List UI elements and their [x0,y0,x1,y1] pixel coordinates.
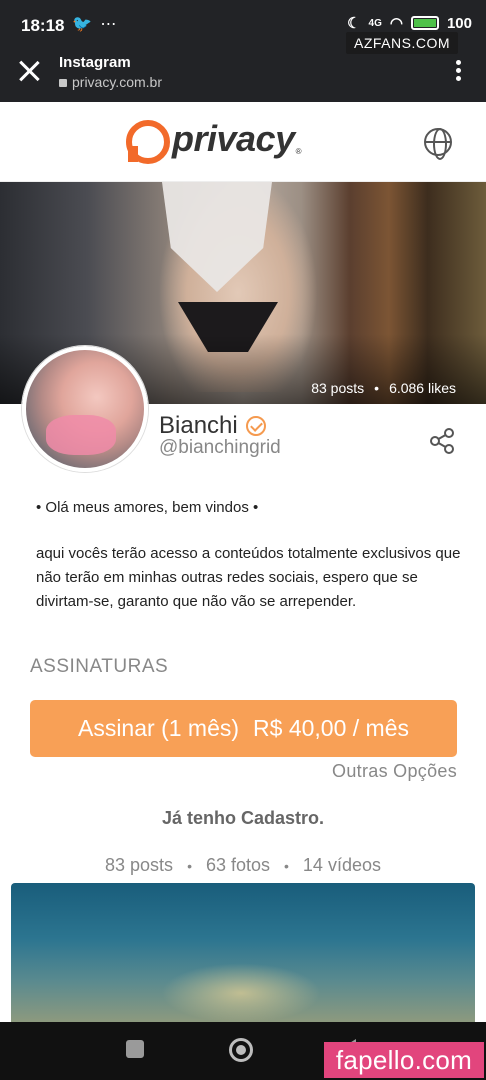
status-right: ☾ 4G ◠ 100 [347,14,472,33]
media-preview[interactable] [11,883,475,1023]
bio: • Olá meus amores, bem vindos • aqui voc… [36,496,466,614]
verified-icon [245,416,266,436]
subscribe-button[interactable]: Assinar (1 mês) R$ 40,00 / mês [30,700,457,757]
media-photos-tab[interactable]: 63 fotos [206,855,270,875]
cover-posts: 83 posts [311,380,365,396]
subscriptions-title: ASSINATURAS [30,656,169,677]
watermark-fapello: fapello.com [324,1042,484,1078]
lock-icon [59,79,67,87]
privacy-logo[interactable]: privacy ® [124,118,302,164]
profile-name-text: Bianchi [159,412,238,439]
other-options-link[interactable]: Outras Opções [332,761,457,782]
wifi-icon: ◠ [389,15,403,32]
home-icon[interactable] [229,1038,253,1062]
cover-stats: 83 posts • 6.086 likes [311,380,456,396]
logo-mark-icon [124,118,170,164]
browser-title: Instagram [59,54,131,71]
registered-mark: ® [295,146,302,156]
media-dot-1: • [187,858,192,874]
bio-greeting: • Olá meus amores, bem vindos • [36,499,259,516]
status-time: 18:18 [21,16,65,35]
logo-text: privacy [172,118,295,159]
cover-dot: • [374,380,380,396]
battery-icon [410,16,439,30]
url-text: privacy.com.br [72,74,162,90]
close-icon[interactable] [16,58,42,84]
media-videos-tab[interactable]: 14 vídeos [303,855,381,875]
cover-likes: 6.086 likes [389,380,456,396]
battery-level: 100 [446,14,472,32]
notification-icons: 🐦 ⋯ [72,16,119,33]
more-options-icon[interactable] [456,60,462,84]
browser-url: privacy.com.br [59,74,162,90]
recents-icon[interactable] [126,1040,144,1058]
media-stats: 83 posts • 63 fotos • 14 vídeos [0,855,486,876]
profile-handle: @bianchingrid [159,437,281,458]
have-account-link[interactable]: Já tenho Cadastro. [0,808,486,829]
moon-icon: ☾ [347,15,361,32]
bio-description: aqui vocês terão acesso a conteúdos tota… [36,545,461,610]
globe-icon[interactable] [424,128,452,160]
site-header: privacy ® [0,102,486,182]
subscribe-label: Assinar (1 mês) [77,715,240,741]
network-label: 4G [368,17,382,29]
media-posts-tab[interactable]: 83 posts [105,855,173,875]
share-svg [430,428,454,454]
media-dot-2: • [284,858,289,874]
watermark-azfans: AZFANS.COM [345,32,458,54]
subscribe-price: R$ 40,00 / mês [253,715,409,741]
avatar[interactable] [22,346,148,472]
share-icon[interactable] [428,427,456,455]
profile-name: Bianchi [159,412,266,440]
